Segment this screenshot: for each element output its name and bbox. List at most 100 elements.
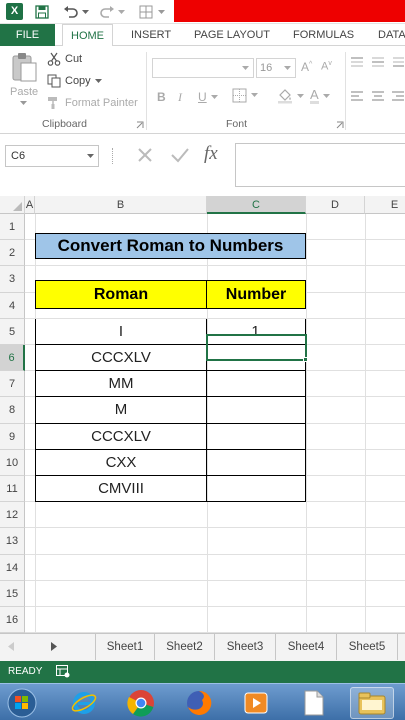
font-size-combo[interactable]: 16 (256, 58, 296, 78)
number-cell[interactable] (206, 371, 306, 398)
macro-recording-icon[interactable] (56, 665, 70, 681)
top-align-button[interactable] (350, 56, 364, 68)
align-center-button[interactable] (371, 90, 385, 102)
row-header-2[interactable]: 2 (0, 240, 25, 267)
row-header-12[interactable]: 12 (0, 502, 25, 529)
middle-align-button[interactable] (371, 56, 385, 68)
tab-file[interactable]: FILE (0, 24, 55, 46)
tab-formulas[interactable]: FORMULAS (293, 24, 354, 46)
column-header-d[interactable]: D (306, 196, 365, 214)
borders-dropdown-icon (251, 93, 258, 97)
cancel-entry-icon[interactable] (136, 146, 154, 167)
roman-cell[interactable]: MM (35, 371, 207, 398)
row-header-6[interactable]: 6 (0, 345, 25, 372)
font-name-combo[interactable] (152, 58, 254, 78)
file-explorer-icon[interactable] (350, 687, 394, 719)
row-header-11[interactable]: 11 (0, 476, 25, 503)
bold-button[interactable]: B (157, 90, 166, 104)
active-cell-c6[interactable] (206, 334, 307, 361)
undo-icon[interactable] (62, 3, 80, 21)
copy-button[interactable]: Copy (47, 74, 102, 88)
number-header-cell[interactable]: Number (206, 280, 306, 309)
format-painter-button[interactable]: Format Painter (47, 96, 138, 110)
roman-header-cell[interactable]: Roman (35, 280, 207, 309)
row-header-7[interactable]: 7 (0, 371, 25, 398)
roman-cell[interactable]: M (35, 397, 207, 424)
paste-button[interactable] (10, 52, 38, 82)
row-header-4[interactable]: 4 (0, 292, 25, 319)
media-player-icon[interactable] (240, 687, 272, 719)
number-cell[interactable] (206, 397, 306, 424)
tab-page-layout[interactable]: PAGE LAYOUT (194, 24, 270, 46)
column-header-b[interactable]: B (35, 196, 207, 214)
windows-start-icon[interactable] (6, 687, 38, 719)
formula-input[interactable] (235, 143, 405, 187)
redo-dropdown-icon[interactable] (116, 3, 126, 21)
sheet-tab-sheet5[interactable]: Sheet5 (337, 634, 398, 660)
align-left-button[interactable] (350, 90, 364, 102)
column-header-a[interactable]: A (25, 196, 35, 214)
name-box[interactable]: C6 (5, 145, 99, 167)
formula-bar: C6 fx (0, 134, 405, 198)
redo-icon[interactable] (98, 3, 116, 21)
row-header-16[interactable]: 16 (0, 607, 25, 633)
title-cell[interactable]: Convert Roman to Numbers (35, 233, 306, 259)
borders-button[interactable] (232, 88, 258, 103)
row-header-10[interactable]: 10 (0, 449, 25, 476)
firefox-icon[interactable] (183, 687, 215, 719)
scroll-next-sheet-icon[interactable] (51, 642, 57, 654)
tab-data[interactable]: DATA (378, 24, 405, 46)
sheet-tab-sheet3[interactable]: Sheet3 (215, 634, 276, 660)
decrease-font-size-button[interactable]: Av (321, 60, 332, 73)
paste-dropdown-icon[interactable] (10, 101, 36, 106)
increase-font-size-button[interactable]: A^ (301, 60, 312, 74)
sheet-tab-sheet2[interactable]: Sheet2 (155, 634, 215, 660)
row-header-1[interactable]: 1 (0, 214, 25, 241)
row-header-14[interactable]: 14 (0, 554, 25, 581)
save-icon[interactable] (33, 3, 51, 21)
tab-home[interactable]: HOME (62, 24, 113, 47)
row-header-13[interactable]: 13 (0, 528, 25, 555)
row-header-5[interactable]: 5 (0, 318, 25, 345)
document-icon[interactable] (298, 687, 330, 719)
number-cell[interactable] (206, 449, 306, 476)
undo-dropdown-icon[interactable] (80, 3, 90, 21)
paste-label: Paste (10, 86, 39, 98)
row-header-8[interactable]: 8 (0, 397, 25, 424)
number-cell[interactable] (206, 476, 306, 503)
align-right-button[interactable] (392, 90, 404, 102)
roman-cell[interactable]: I (35, 318, 207, 345)
row-header-9[interactable]: 9 (0, 423, 25, 450)
fill-handle[interactable] (303, 357, 308, 362)
sheet-tab-sheet4[interactable]: Sheet4 (276, 634, 337, 660)
roman-cell[interactable]: CMVIII (35, 476, 207, 503)
confirm-entry-icon[interactable] (170, 146, 190, 167)
number-cell[interactable] (206, 423, 306, 450)
row-header-15[interactable]: 15 (0, 580, 25, 607)
column-header-e[interactable]: E (365, 196, 405, 214)
column-header-c[interactable]: C (207, 196, 306, 214)
roman-cell[interactable]: CCCXLV (35, 345, 207, 372)
copy-dropdown-icon[interactable] (94, 78, 102, 84)
borders-icon[interactable] (137, 3, 155, 21)
bottom-align-button[interactable] (392, 56, 404, 68)
cut-button[interactable]: Cut (47, 52, 82, 66)
chrome-icon[interactable] (125, 687, 157, 719)
scroll-first-sheet-icon[interactable] (8, 642, 14, 654)
font-color-button[interactable]: A (310, 88, 330, 104)
roman-cell[interactable]: CCCXLV (35, 423, 207, 450)
underline-button[interactable]: U (198, 90, 207, 104)
font-launcher-icon[interactable] (336, 121, 344, 129)
roman-cell[interactable]: CXX (35, 449, 207, 476)
insert-function-button[interactable]: fx (204, 143, 218, 165)
select-all-corner[interactable] (0, 196, 25, 214)
tab-insert[interactable]: INSERT (131, 24, 171, 46)
internet-explorer-icon[interactable] (68, 687, 100, 719)
sheet-tab-sheet1[interactable]: Sheet1 (95, 634, 155, 660)
clipboard-launcher-icon[interactable] (136, 121, 144, 129)
row-header-3[interactable]: 3 (0, 266, 25, 293)
underline-dropdown-icon[interactable] (211, 95, 218, 100)
italic-button[interactable]: I (178, 90, 182, 105)
customize-toolbar-icon[interactable] (156, 3, 166, 21)
fill-color-button[interactable] (277, 88, 304, 104)
